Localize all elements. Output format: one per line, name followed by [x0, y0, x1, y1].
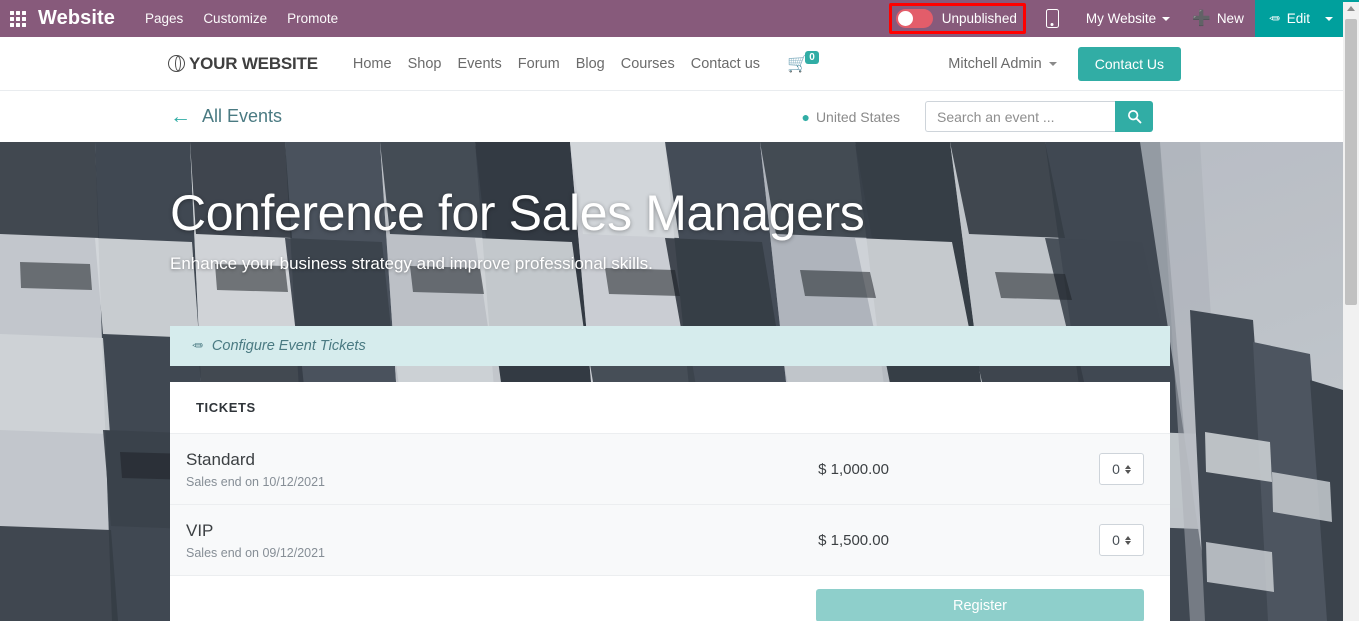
nav-item-events[interactable]: Events: [457, 56, 501, 72]
nav-item-forum[interactable]: Forum: [518, 56, 560, 72]
register-row: Register: [170, 576, 1170, 621]
spinner-arrows-icon: [1124, 535, 1131, 545]
website-logo[interactable]: YOUR WEBSITE: [168, 54, 318, 74]
register-button[interactable]: Register: [816, 589, 1144, 621]
ticket-name: VIP: [186, 521, 214, 541]
tickets-card: TICKETS Standard Sales end on 10/12/2021…: [170, 382, 1170, 621]
location-filter[interactable]: ● United States: [801, 109, 900, 125]
scrollbar-thumb[interactable]: [1345, 19, 1357, 305]
pencil-icon: ✏: [1268, 10, 1280, 26]
website-menu: Home Shop Events Forum Blog Courses Cont…: [353, 56, 760, 72]
website-selector-label: My Website: [1085, 11, 1157, 26]
apps-grid-icon[interactable]: [10, 10, 26, 27]
chevron-down-icon: [1048, 61, 1057, 66]
events-subbar-right: ● United States: [801, 101, 1153, 132]
edit-button[interactable]: ✏ Edit: [1254, 0, 1323, 37]
search-icon: [1127, 110, 1141, 124]
all-events-label: All Events: [202, 106, 283, 126]
chevron-down-icon: [1162, 16, 1171, 21]
sysmenu-item-customize[interactable]: Customize: [203, 11, 267, 26]
configure-event-tickets-bar[interactable]: ✏ Configure Event Tickets: [170, 326, 1170, 366]
website-logo-text: YOUR WEBSITE: [189, 53, 318, 73]
tickets-header-label: TICKETS: [196, 400, 256, 415]
website-selector[interactable]: My Website: [1075, 0, 1181, 37]
chevron-down-icon: [1325, 16, 1333, 21]
search-input[interactable]: [925, 101, 1115, 132]
new-button-label: New: [1216, 11, 1244, 26]
arrow-left-icon: ←: [170, 105, 191, 128]
event-title: Conference for Sales Managers: [170, 185, 865, 241]
event-subtitle: Enhance your business strategy and impro…: [170, 254, 653, 273]
publish-status-label: Unpublished: [941, 11, 1017, 26]
mobile-preview-icon[interactable]: [1045, 9, 1059, 28]
ticket-price: $ 1,000.00: [818, 460, 889, 478]
table-row: Standard Sales end on 10/12/2021 $ 1,000…: [170, 434, 1170, 505]
edit-button-label: Edit: [1286, 11, 1310, 26]
all-events-back-link[interactable]: ← All Events: [170, 106, 282, 127]
events-subbar: ← All Events ● United States: [0, 91, 1343, 142]
toggle-knob: [897, 11, 913, 26]
tickets-card-header: TICKETS: [170, 382, 1170, 434]
vertical-scrollbar[interactable]: [1343, 0, 1359, 621]
search-button[interactable]: [1115, 101, 1153, 132]
website-navbar: YOUR WEBSITE Home Shop Events Forum Blog…: [0, 37, 1343, 91]
globe-icon: [168, 55, 185, 72]
page-root: Website Pages Customize Promote Unpublis…: [0, 0, 1359, 621]
table-row: VIP Sales end on 09/12/2021 $ 1,500.00 0: [170, 505, 1170, 576]
map-pin-icon: ●: [801, 108, 810, 125]
nav-item-courses[interactable]: Courses: [621, 56, 675, 72]
ticket-info: VIP Sales end on 09/12/2021: [186, 520, 325, 559]
sysmenu-item-pages[interactable]: Pages: [145, 11, 183, 26]
odoo-system-bar: Website Pages Customize Promote Unpublis…: [0, 0, 1343, 37]
event-hero: Conference for Sales Managers Enhance yo…: [0, 142, 1343, 621]
ticket-quantity-stepper[interactable]: 0: [1099, 453, 1144, 485]
contact-us-button[interactable]: Contact Us: [1077, 46, 1181, 81]
system-bar-right: Unpublished My Website ➕ New ✏ Edit: [888, 0, 1343, 37]
publish-toggle-group[interactable]: Unpublished: [888, 3, 1026, 34]
ticket-info: Standard Sales end on 10/12/2021: [186, 449, 325, 488]
ticket-price: $ 1,500.00: [818, 531, 889, 549]
scroll-up-arrow-icon[interactable]: [1343, 0, 1359, 17]
event-search-box: [925, 101, 1153, 132]
ticket-quantity-stepper[interactable]: 0: [1099, 524, 1144, 556]
user-menu[interactable]: Mitchell Admin: [948, 55, 1057, 72]
app-name[interactable]: Website: [38, 7, 115, 30]
ticket-sales-end: Sales end on 09/12/2021: [186, 545, 326, 560]
nav-item-blog[interactable]: Blog: [576, 56, 605, 72]
nav-item-shop[interactable]: Shop: [408, 56, 442, 72]
nav-item-contact-us[interactable]: Contact us: [691, 56, 760, 72]
scrollbar-top-cap: [1343, 0, 1359, 2]
new-button[interactable]: ➕ New: [1181, 0, 1255, 37]
spinner-arrows-icon: [1124, 464, 1131, 474]
website-navbar-right: Mitchell Admin Contact Us: [948, 46, 1181, 81]
cart-count-badge: 0: [805, 51, 819, 64]
configure-event-tickets-label: Configure Event Tickets: [211, 338, 366, 354]
plus-icon: ➕: [1192, 10, 1211, 27]
pencil-icon: ✏: [192, 338, 203, 353]
nav-item-home[interactable]: Home: [353, 56, 392, 72]
ticket-quantity-value: 0: [1112, 532, 1120, 548]
ticket-name: Standard: [186, 450, 255, 470]
publish-toggle-switch[interactable]: [895, 9, 933, 28]
system-menu: Pages Customize Promote: [145, 11, 338, 26]
edit-dropdown-button[interactable]: [1323, 0, 1343, 37]
ticket-sales-end: Sales end on 10/12/2021: [186, 474, 326, 489]
cart-button[interactable]: 🛒 0: [787, 51, 819, 72]
user-menu-label: Mitchell Admin: [948, 55, 1042, 72]
location-label: United States: [815, 108, 900, 125]
sysmenu-item-promote[interactable]: Promote: [287, 11, 338, 26]
ticket-quantity-value: 0: [1112, 461, 1120, 477]
